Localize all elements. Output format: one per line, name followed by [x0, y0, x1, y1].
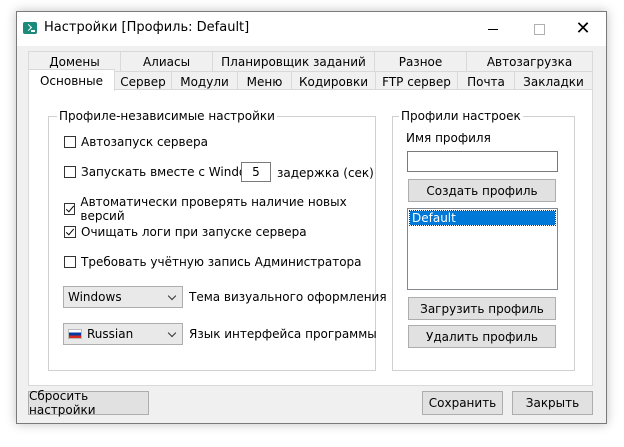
tab-mail[interactable]: Почта: [457, 71, 515, 91]
tab-ftp-server[interactable]: FTP сервер: [375, 71, 458, 91]
create-profile-button[interactable]: Создать профиль: [408, 179, 556, 202]
close-icon: ✕: [575, 18, 591, 39]
tab-encodings[interactable]: Кодировки: [291, 71, 376, 91]
language-select[interactable]: Russian: [63, 323, 183, 345]
check-updates-label: Автоматически проверять наличие новых ве…: [80, 195, 347, 223]
russia-flag-icon: [68, 329, 82, 339]
tab-misc[interactable]: Разное: [374, 51, 467, 71]
tab-modules[interactable]: Модули: [171, 71, 238, 91]
settings-profiles-group: Профили настроек Имя профиля Создать про…: [392, 109, 575, 371]
general-tab-panel: Профиле-независимые настройки Автозапуск…: [28, 89, 593, 386]
profile-name-label: Имя профиля: [406, 131, 491, 145]
save-button[interactable]: Сохранить: [422, 391, 503, 415]
require-admin-checkbox[interactable]: [64, 256, 76, 268]
reset-settings-button[interactable]: Сбросить настройки: [28, 389, 149, 417]
language-value: Russian: [87, 327, 134, 341]
tab-autoload[interactable]: Автозагрузка: [466, 51, 593, 71]
minimize-button[interactable]: [470, 12, 516, 46]
theme-label: Тема визуального оформления: [189, 290, 387, 304]
delete-profile-button[interactable]: Удалить профиль: [408, 325, 556, 348]
maximize-icon: [533, 23, 545, 35]
group-title: Профили настроек: [399, 109, 523, 123]
window-title: Настройки [Профиль: Default]: [44, 20, 250, 35]
close-button[interactable]: Закрыть: [512, 391, 593, 415]
delay-input[interactable]: 5: [241, 162, 271, 182]
terminal-app-icon: [23, 22, 37, 34]
settings-window: Настройки [Профиль: Default] ✕ Домены Ал…: [16, 11, 607, 424]
group-title: Профиле-независимые настройки: [57, 109, 277, 123]
check-updates-checkbox[interactable]: [64, 203, 76, 215]
theme-value: Windows: [68, 290, 122, 304]
list-item[interactable]: Default: [409, 210, 556, 226]
require-admin-label: Требовать учётную запись Администратора: [81, 255, 362, 269]
tab-bookmarks[interactable]: Закладки: [514, 71, 593, 91]
delay-label: задержка (сек): [277, 166, 374, 180]
profile-name-input[interactable]: [407, 151, 558, 172]
tab-general[interactable]: Основные: [28, 69, 115, 91]
require-admin-checkbox-row[interactable]: Требовать учётную запись Администратора: [64, 255, 362, 269]
clear-logs-checkbox[interactable]: [64, 226, 76, 238]
maximize-button[interactable]: [516, 12, 562, 46]
check-updates-checkbox-row[interactable]: Автоматически проверять наличие новых ве…: [64, 195, 375, 223]
title-bar: Настройки [Профиль: Default] ✕: [17, 12, 606, 46]
tab-scheduler[interactable]: Планировщик заданий: [212, 51, 375, 71]
minimize-icon: [488, 28, 498, 30]
load-profile-button[interactable]: Загрузить профиль: [408, 297, 556, 320]
clear-logs-checkbox-row[interactable]: Очищать логи при запуске сервера: [64, 225, 307, 239]
autostart-label: Автозапуск сервера: [81, 135, 208, 149]
run-with-windows-checkbox[interactable]: [64, 166, 76, 178]
profile-independent-settings-group: Профиле-независимые настройки Автозапуск…: [48, 109, 387, 371]
run-with-windows-label: Запускать вместе с Windows: [81, 165, 263, 179]
chevron-down-icon: [167, 291, 177, 301]
profiles-list[interactable]: Default: [407, 208, 558, 290]
tab-server[interactable]: Сервер: [114, 71, 172, 91]
chevron-down-icon: [167, 328, 177, 338]
autostart-checkbox-row[interactable]: Автозапуск сервера: [64, 135, 208, 149]
close-window-button[interactable]: ✕: [560, 12, 606, 46]
tab-aliases[interactable]: Алиасы: [120, 51, 213, 71]
tab-menu[interactable]: Меню: [237, 71, 292, 91]
language-label: Язык интерфейса программы: [189, 327, 377, 341]
run-with-windows-checkbox-row[interactable]: Запускать вместе с Windows: [64, 165, 262, 179]
autostart-checkbox[interactable]: [64, 136, 76, 148]
clear-logs-label: Очищать логи при запуске сервера: [81, 225, 307, 239]
tab-domains[interactable]: Домены: [28, 51, 121, 71]
theme-select[interactable]: Windows: [63, 286, 183, 308]
